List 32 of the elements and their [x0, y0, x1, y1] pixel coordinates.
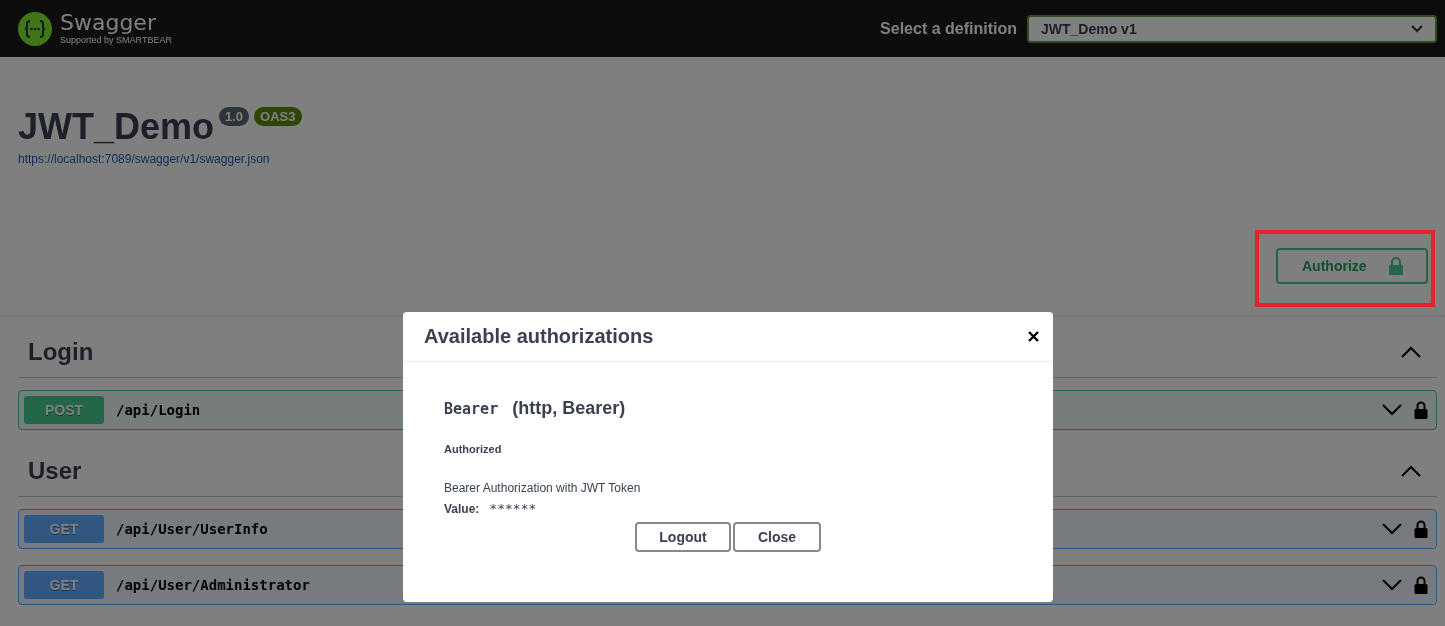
dialog-button[interactable]: Close [733, 522, 821, 552]
logo-text: Swagger [60, 11, 157, 35]
token-value: ****** [489, 501, 537, 516]
authorize-button[interactable]: Authorize [1276, 247, 1428, 284]
spec-link[interactable]: https://localhost:7089/swagger/v1/swagger.json [18, 152, 270, 166]
chevron-down-icon [1382, 404, 1402, 416]
scheme-name: Bearer [444, 400, 499, 418]
close-button[interactable] [1028, 331, 1039, 342]
scheme-description: Bearer Authorization with JWT Token [444, 481, 642, 495]
lock-icon [1388, 255, 1404, 276]
logo-icon [18, 11, 52, 46]
method-badge: POST [24, 396, 104, 424]
scheme-type: (http, Bearer) [512, 398, 626, 419]
chevron-down-icon [1382, 579, 1402, 591]
chevron-down-icon [1382, 523, 1402, 535]
definition-select[interactable]: JWT_Demo v1 [1027, 14, 1437, 43]
operation-path: /api/User/UserInfo [116, 521, 268, 537]
oas-badge: OAS3 [254, 107, 302, 126]
logo-subtext: Supported by SMARTBEAR [60, 35, 172, 46]
operation-path: /api/User/Administrator [116, 577, 310, 593]
auth-status: Authorized [444, 443, 503, 455]
chevron-down-icon [1411, 24, 1423, 33]
dialog-button[interactable]: Logout [635, 522, 731, 552]
definition-label: Select a definition [880, 19, 1017, 38]
method-badge: GET [24, 571, 104, 599]
api-title: JWT_Demo [18, 105, 215, 149]
close-icon [1028, 331, 1039, 342]
dialog-title: Available authorizations [424, 325, 654, 348]
value-label: Value: [444, 501, 480, 516]
version-badge: 1.0 [219, 107, 250, 126]
operation-path: /api/Login [116, 402, 201, 418]
method-badge: GET [24, 515, 104, 543]
